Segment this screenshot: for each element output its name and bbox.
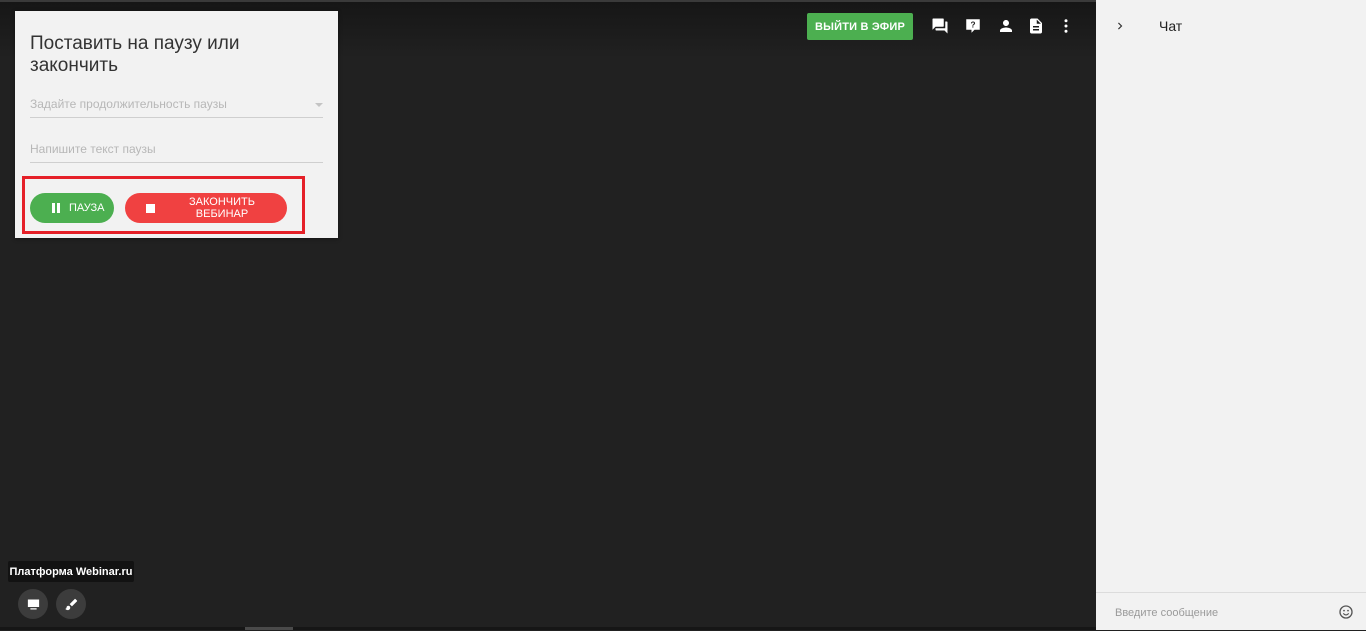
pause-text-input[interactable]: Напишите текст паузы bbox=[30, 140, 323, 163]
pause-duration-placeholder: Задайте продолжительность паузы bbox=[30, 97, 227, 111]
screen-icon bbox=[26, 597, 41, 612]
chat-panel: Чат bbox=[1096, 0, 1366, 630]
draw-tool-button[interactable] bbox=[56, 589, 86, 619]
platform-tooltip: Платформа Webinar.ru bbox=[8, 561, 134, 582]
file-icon[interactable] bbox=[1024, 14, 1048, 38]
end-webinar-button[interactable]: ЗАКОНЧИТЬ ВЕБИНАР bbox=[125, 193, 287, 223]
brush-icon bbox=[64, 597, 79, 612]
pause-button[interactable]: ПАУЗА bbox=[30, 193, 114, 223]
pause-text-placeholder: Напишите текст паузы bbox=[30, 142, 156, 156]
chat-title: Чат bbox=[1159, 18, 1183, 34]
chat-message-input[interactable] bbox=[1113, 602, 1327, 624]
pause-icon bbox=[51, 203, 61, 213]
panel-title: Поставить на паузу или закончить bbox=[30, 33, 240, 76]
end-webinar-label: ЗАКОНЧИТЬ ВЕБИНАР bbox=[189, 196, 255, 220]
pause-button-label: ПАУЗА bbox=[69, 202, 105, 214]
emoji-icon[interactable] bbox=[1336, 602, 1356, 622]
video-stage: ВЫЙТИ В ЭФИР ? Поставить на паузу или за… bbox=[0, 0, 1096, 630]
stop-icon bbox=[146, 203, 155, 213]
pause-end-panel: Поставить на паузу или закончить Задайте… bbox=[15, 11, 338, 238]
person-icon[interactable] bbox=[994, 14, 1018, 38]
go-live-button[interactable]: ВЫЙТИ В ЭФИР bbox=[807, 13, 913, 40]
question-icon[interactable]: ? bbox=[961, 14, 985, 38]
screen-share-button[interactable] bbox=[18, 589, 48, 619]
chat-composer bbox=[1096, 592, 1366, 631]
chat-icon[interactable] bbox=[928, 14, 952, 38]
pause-duration-select[interactable]: Задайте продолжительность паузы bbox=[30, 95, 323, 118]
svg-text:?: ? bbox=[970, 21, 975, 30]
chevron-right-icon[interactable] bbox=[1110, 16, 1130, 36]
dropdown-arrow-icon bbox=[315, 103, 323, 107]
more-vert-icon[interactable] bbox=[1054, 14, 1078, 38]
